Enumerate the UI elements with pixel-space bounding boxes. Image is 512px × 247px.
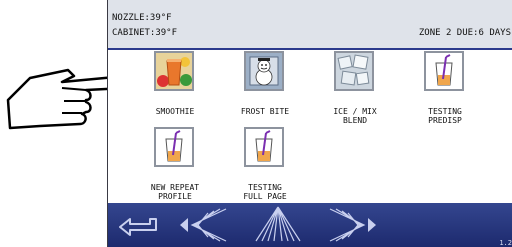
menu-item-label: SMOOTHIE (155, 107, 195, 116)
nozzle-temp: NOZZLE:39°F (112, 13, 172, 23)
menu-item-label: ICE / MIX BLEND (333, 107, 377, 125)
cup-straw-icon (424, 51, 464, 91)
scroll-right-icon[interactable] (329, 208, 376, 242)
version-label: 1.2 (499, 239, 512, 247)
menu-item-testing-full-page[interactable]: TESTING FULL PAGE (220, 127, 310, 207)
menu-item-label: FROST BITE (240, 107, 290, 116)
menu-item-ice-mix-blend[interactable]: ICE / MIX BLEND (310, 51, 400, 131)
scroll-left-icon[interactable] (180, 208, 227, 242)
zone-due-status: ZONE 2 DUE:6 DAYS (418, 28, 511, 38)
menu-item-smoothie[interactable]: SMOOTHIE (130, 51, 220, 131)
menu-item-label: NEW REPEAT PROFILE (150, 183, 200, 201)
smoothie-icon (154, 51, 194, 91)
frost-bite-icon (244, 51, 284, 91)
ice-mix-blend-icon (334, 51, 374, 91)
controller-screen: NOZZLE:39°F CABINET:39°F ZONE 2 DUE:6 DA… (107, 0, 512, 247)
menu-item-label: TESTING PREDISP (428, 107, 462, 125)
status-header: NOZZLE:39°F CABINET:39°F ZONE 2 DUE:6 DA… (108, 0, 512, 50)
cabinet-temp: CABINET:39°F (112, 28, 178, 38)
cup-straw-icon (154, 127, 194, 167)
cup-straw-icon (244, 127, 284, 167)
navigation-bar: 1.2 (108, 203, 512, 247)
menu-item-frost-bite[interactable]: FROST BITE (220, 51, 310, 131)
scroll-up-icon[interactable] (255, 206, 301, 242)
menu-item-testing-predisp[interactable]: TESTING PREDISP (400, 51, 490, 131)
menu-item-label: TESTING FULL PAGE (243, 183, 287, 201)
back-arrow-icon[interactable] (119, 218, 157, 236)
menu-item-new-repeat-profile[interactable]: NEW REPEAT PROFILE (130, 127, 220, 207)
